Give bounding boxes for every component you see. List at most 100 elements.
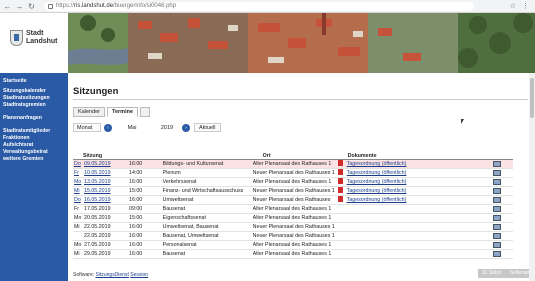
logo-line1: Stadt (26, 30, 44, 37)
sidebar-item-sitzungskalender[interactable]: Sitzungskalender (0, 88, 68, 95)
row-time: 16:00 (129, 179, 143, 185)
table-row[interactable]: Mo 13.05.2019 16:00 Verkehrssenat Alter Plen… (73, 177, 513, 187)
forward-icon[interactable]: → (15, 2, 24, 11)
page-size-button[interactable]: Seitenanf (510, 269, 531, 278)
table-row[interactable]: Fr 10.05.2019 14:00 Plenum Neuer Plenarsaal … (73, 168, 513, 178)
row-date[interactable]: 13.05.2019 (84, 178, 129, 187)
row-ort: Alter Plenarsaal des Rathauses 1 (252, 179, 332, 185)
table-row[interactable]: Do 16.05.2019 16:00 Umweltsenat Neuer Plenar… (73, 195, 513, 205)
row-gremium: Bildungs- und Kultursenat (162, 161, 224, 167)
scrollbar-thumb[interactable] (530, 78, 534, 118)
sidebar-item-stadtratsmitglieder[interactable]: Stadtratsmitglieder (0, 128, 68, 135)
row-documents (338, 223, 493, 232)
aerial-city-photo (68, 13, 535, 73)
lock-icon (48, 3, 53, 9)
row-day[interactable]: Mi (73, 187, 84, 196)
download-icon[interactable] (492, 232, 501, 239)
logo-line2: Landshut (26, 38, 58, 45)
table-row[interactable]: Mo 20.05.2019 15:00 Eigenschaftssenat Alter … (73, 214, 513, 223)
sidebar-item-aufsichtsrat[interactable]: Aufsichtsrat (0, 142, 68, 149)
pdf-icon[interactable] (337, 168, 343, 175)
month-navigator: Monat ‹ Mai 2019 › Aktuell (73, 123, 221, 132)
row-gremium: Bausenat (162, 251, 186, 257)
table-row[interactable]: 22.05.2019 16:00 Bausenat, Umweltsenat Neue… (73, 232, 513, 241)
tab-extra[interactable] (140, 107, 151, 117)
pager: 11 Sätze Seitenanf (478, 269, 535, 278)
row-date: 17.05.2019 (84, 206, 111, 212)
pdf-icon[interactable] (337, 177, 343, 184)
url-path: /buergerinfo/si0046.php (113, 3, 177, 9)
tab-termine[interactable]: Termine (107, 107, 139, 117)
pdf-icon[interactable] (337, 159, 343, 166)
row-gremium: Finanz- und Wirtschaftsausschuss (162, 188, 244, 194)
table-row[interactable]: Do 09.05.2019 16:00 Bildungs- und Kultursen… (73, 159, 513, 169)
row-gremium: Umweltsenat, Bausenat (162, 224, 219, 230)
table-row[interactable]: Fr 17.05.2019 09:00 Bausenat Alter Plenarsaa… (73, 205, 513, 214)
download-icon[interactable] (492, 205, 501, 212)
back-icon[interactable]: ← (3, 2, 12, 11)
sidebar-item-weitere-gremien[interactable]: weitere Gremien (0, 156, 68, 163)
download-icon[interactable] (492, 160, 501, 167)
table-row[interactable]: Mi 22.05.2019 16:00 Umweltsenat, Bausenat Ne… (73, 223, 513, 232)
row-time: 16:00 (129, 224, 143, 230)
download-icon[interactable] (492, 214, 501, 221)
download-icon[interactable] (492, 169, 501, 176)
download-icon[interactable] (492, 196, 501, 203)
pdf-icon[interactable] (337, 186, 343, 193)
table-row[interactable]: Mi 29.05.2019 16:00 Bausenat Alter Plenarsaa… (73, 250, 513, 259)
row-day[interactable]: Mo (73, 178, 84, 187)
download-icon[interactable] (492, 223, 501, 230)
city-banner-image (68, 13, 535, 73)
sidebar-item-stadtratssitzungen[interactable]: Stadtratssitzungen (0, 95, 68, 102)
star-icon[interactable]: ☆ (510, 2, 516, 10)
row-day[interactable]: Do (73, 196, 84, 205)
site-logo[interactable]: Stadt Landshut (0, 13, 68, 73)
row-actions (492, 214, 513, 223)
tagesordnung-link[interactable]: Tagesordnung (öffentlich) (347, 161, 407, 167)
row-date[interactable]: 16.05.2019 (84, 196, 129, 205)
row-gremium: Verkehrssenat (162, 179, 197, 185)
tagesordnung-link[interactable]: Tagesordnung (öffentlich) (347, 179, 407, 185)
sidebar-item-planenanfragen[interactable]: Planenanfragen (0, 115, 68, 122)
row-date[interactable]: 10.05.2019 (84, 169, 129, 178)
sidebar-item-startseite[interactable]: Startseite (0, 78, 68, 85)
sidebar-item-stadtratsgremien[interactable]: Stadtratsgremien (0, 102, 68, 109)
row-actions (492, 196, 513, 205)
title-divider (73, 99, 528, 100)
tagesordnung-link[interactable]: Tagesordnung (öffentlich) (347, 170, 407, 176)
tab-kalender[interactable]: Kalender (73, 107, 106, 117)
download-icon[interactable] (492, 178, 501, 185)
table-row[interactable]: Mi 15.05.2019 15:00 Finanz- und Wirtschafts… (73, 186, 513, 196)
current-month-button[interactable]: Aktuell (194, 123, 221, 132)
tagesordnung-link[interactable]: Tagesordnung (öffentlich) (347, 197, 407, 203)
row-day: Mo (74, 242, 82, 248)
crest-icon (10, 30, 23, 46)
sidebar-item-fraktionen[interactable]: Fraktionen (0, 135, 68, 142)
row-date[interactable]: 09.05.2019 (84, 160, 129, 169)
next-month-button[interactable]: › (182, 123, 190, 132)
prev-month-button[interactable]: ‹ (104, 123, 112, 132)
row-gremium: Eigenschaftssenat (162, 215, 206, 221)
footer-link-session[interactable]: Session (130, 272, 148, 278)
row-documents (338, 214, 493, 223)
download-icon[interactable] (492, 187, 501, 194)
sidebar-item-verwaltungsbeirat[interactable]: Verwaltungsbeirat (0, 149, 68, 156)
row-day[interactable]: Fr (73, 169, 84, 178)
page-scrollbar[interactable] (529, 73, 535, 281)
pdf-icon[interactable] (337, 195, 343, 202)
address-bar[interactable]: https://ris.landshut.de/buergerinfo/si00… (44, 1, 474, 11)
footer-link-sitzungsdienst[interactable]: SitzungsDienst (96, 272, 129, 278)
row-date[interactable]: 15.05.2019 (84, 187, 129, 196)
row-ort: Alter Plenarsaal des Rathauses 1 (252, 251, 332, 257)
download-icon[interactable] (492, 241, 501, 248)
row-day[interactable]: Do (73, 160, 84, 169)
row-gremium: Personalsenat (162, 242, 197, 248)
menu-icon[interactable]: ⋮ (522, 2, 529, 10)
reload-icon[interactable]: ↻ (27, 2, 36, 11)
period-label: Monat (73, 123, 101, 132)
tagesordnung-link[interactable]: Tagesordnung (öffentlich) (347, 188, 407, 194)
table-row[interactable]: Mo 27.05.2019 16:00 Personalsenat Alter Plen… (73, 241, 513, 250)
download-icon[interactable] (492, 250, 501, 257)
row-ort: Alter Plenarsaal des Rathauses 1 (252, 215, 332, 221)
sidebar-nav: Startseite Sitzungskalender Stadtratssit… (0, 73, 68, 281)
